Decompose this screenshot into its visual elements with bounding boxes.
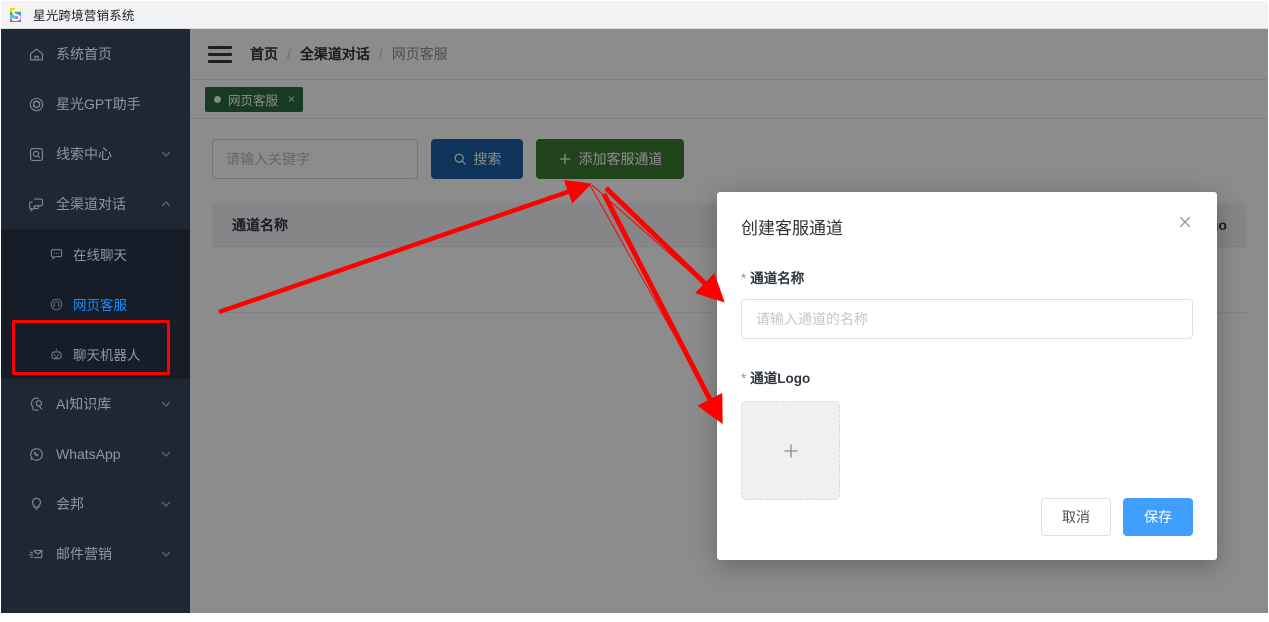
robot-icon: [51, 348, 62, 359]
app-window: 星光跨境营销系统 系统首页 星光GPT助手 线索中心 全渠道对话 在线聊天 网页…: [0, 0, 1269, 622]
required-mark: *: [741, 271, 747, 286]
sidebar-item-label: 会邦: [56, 496, 84, 512]
channel-logo-label: * 通道Logo: [741, 367, 1193, 387]
window-title: 星光跨境营销系统: [33, 9, 135, 23]
required-mark: *: [741, 371, 747, 386]
sidebar-item-label: 网页客服: [73, 298, 127, 313]
chevron-down-icon: [161, 151, 171, 157]
whatsapp-icon: [30, 447, 43, 461]
sidebar-item-label: 星光GPT助手: [56, 96, 141, 112]
lead-search-icon: [29, 147, 44, 161]
sidebar-item-lead-center[interactable]: 线索中心: [1, 129, 190, 179]
sidebar-item-label: 聊天机器人: [73, 348, 141, 363]
chevron-down-icon: [161, 551, 171, 557]
channel-logo-upload[interactable]: [741, 401, 840, 500]
close-icon[interactable]: [1177, 214, 1193, 230]
dialog-footer: 取消 保存: [1041, 498, 1193, 536]
save-button[interactable]: 保存: [1123, 498, 1193, 536]
sidebar-item-label: 全渠道对话: [56, 196, 126, 212]
chevron-down-icon: [161, 501, 171, 507]
brain-icon: [30, 397, 43, 411]
create-channel-dialog: 创建客服通道 *通道名称 *通道Logo: [717, 192, 1217, 560]
dialog-title: 创建客服通道: [741, 219, 843, 238]
app-shell: 系统首页 星光GPT助手 线索中心 全渠道对话 在线聊天 网页客服 聊天机器人 …: [1, 29, 1268, 613]
sidebar-item-gpt-assistant[interactable]: 星光GPT助手: [1, 79, 190, 129]
sidebar-item-label: 系统首页: [56, 46, 112, 62]
channel-name-label-text: 通道名称: [750, 271, 805, 286]
chevron-down-icon: [161, 401, 171, 407]
sidebar-item-web-customer-service[interactable]: 网页客服: [1, 279, 190, 329]
sidebar-item-label: 线索中心: [56, 146, 112, 162]
sidebar-item-omnichannel[interactable]: 全渠道对话: [1, 179, 190, 229]
chevron-down-icon: [161, 451, 171, 457]
window-titlebar: 星光跨境营销系统: [1, 1, 1268, 29]
sidebar-item-label: AI知识库: [56, 396, 112, 412]
sidebar-item-label: 邮件营销: [56, 546, 112, 562]
sidebar-item-whatsapp[interactable]: WhatsApp: [1, 429, 190, 479]
chat-dots-icon: [50, 248, 63, 260]
bulb-icon: [31, 497, 42, 510]
chevron-up-icon: [161, 201, 171, 207]
sidebar-item-huibang[interactable]: 会邦: [1, 479, 190, 529]
headset-circle-icon: [50, 298, 63, 310]
sidebar-item-email-marketing[interactable]: 邮件营销: [1, 529, 190, 579]
sidebar-item-ai-knowledge-base[interactable]: AI知识库: [1, 379, 190, 429]
sidebar-item-label: 在线聊天: [73, 248, 127, 263]
sidebar-item-home[interactable]: 系统首页: [1, 29, 190, 79]
channel-name-input[interactable]: [741, 299, 1193, 339]
dialog-header: 创建客服通道: [741, 214, 1193, 239]
main-content: 首页 / 全渠道对话 / 网页客服 网页客服 × 请输入关键字 搜索 添加客服通…: [190, 29, 1268, 613]
cancel-button[interactable]: 取消: [1041, 498, 1111, 536]
sidebar: 系统首页 星光GPT助手 线索中心 全渠道对话 在线聊天 网页客服 聊天机器人 …: [1, 29, 190, 613]
channel-logo-label-text: 通道Logo: [750, 371, 811, 386]
starlight-s-logo-icon: [10, 7, 22, 22]
channel-name-label: * 通道名称: [741, 267, 1193, 287]
gpt-spiral-icon: [29, 97, 44, 111]
plus-icon: [783, 443, 798, 458]
chat-bubbles-icon: [29, 197, 44, 212]
sidebar-item-chatbot[interactable]: 聊天机器人: [1, 329, 190, 379]
sidebar-item-label: WhatsApp: [56, 446, 121, 462]
home-icon: [29, 47, 44, 61]
sidebar-item-online-chat[interactable]: 在线聊天: [1, 229, 190, 279]
mail-send-icon: [29, 549, 43, 558]
